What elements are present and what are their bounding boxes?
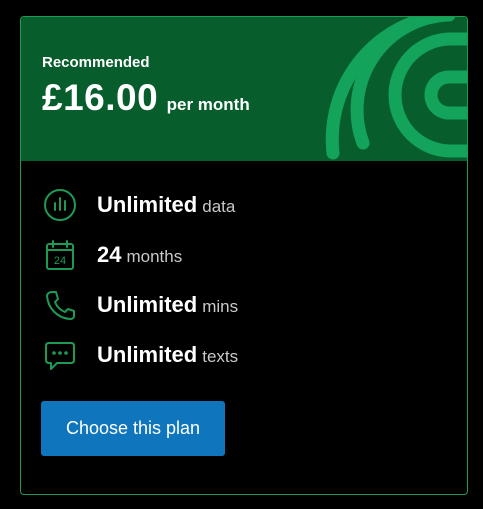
plan-header: Recommended £16.00 per month [21, 17, 467, 161]
monthly-price: £16.00 [42, 77, 159, 118]
price-row: £16.00 per month [42, 77, 250, 119]
feature-unit: mins [202, 297, 239, 316]
feature-value: Unlimited [97, 342, 198, 367]
feature-unit: texts [202, 347, 239, 366]
feature-data: Unlimited data [43, 187, 403, 223]
data-bars-icon [43, 188, 77, 222]
price-period: per month [166, 95, 250, 114]
feature-contract: 24 24 months [43, 237, 403, 273]
phone-icon [43, 288, 77, 322]
feature-minutes: Unlimited mins [43, 287, 403, 323]
feature-value: Unlimited [97, 292, 198, 317]
feature-texts: Unlimited texts [43, 337, 403, 373]
choose-plan-button[interactable]: Choose this plan [41, 401, 225, 456]
calendar-icon: 24 [43, 238, 77, 272]
plan-card: Recommended £16.00 per month Unlimited da… [20, 16, 468, 495]
feature-unit: data [202, 197, 236, 216]
recommended-label: Recommended [42, 54, 150, 71]
feature-unit: months [126, 247, 183, 266]
svg-text:24: 24 [54, 255, 66, 267]
chat-bubble-icon [43, 338, 77, 372]
feature-value: Unlimited [97, 192, 198, 217]
feature-value: 24 [97, 242, 122, 267]
decorative-swirl-graphic [325, 17, 467, 160]
